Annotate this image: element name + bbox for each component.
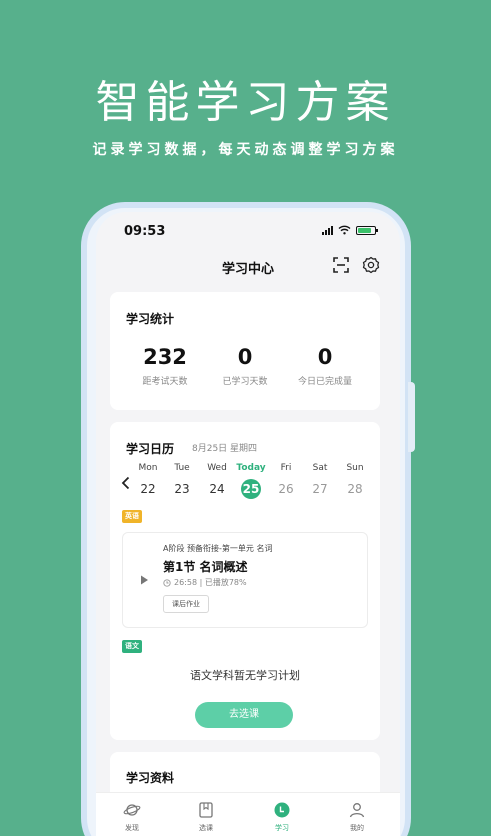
- stat-label: 已学习天数: [222, 377, 268, 387]
- tab-label: 发现: [125, 824, 139, 832]
- phone-side-button: [408, 382, 415, 452]
- hero-title: 智能学习方案: [95, 77, 396, 128]
- lesson-subtitle: A阶段 预备衔接-第一单元 名词: [163, 544, 273, 553]
- wifi-icon: [338, 225, 351, 235]
- calendar-date: 8月25日 星期四: [192, 444, 258, 454]
- lesson-duration: 26:58 | 已播放78%: [174, 578, 247, 587]
- day-name: Sun: [346, 463, 364, 473]
- calendar-title: 学习日历: [126, 442, 175, 456]
- calendar-day-wed[interactable]: Wed 24: [200, 462, 234, 499]
- day-name: Fri: [280, 463, 292, 473]
- stat-label: 距考试天数: [142, 377, 188, 387]
- resources-title: 学习资料: [126, 771, 175, 785]
- day-date: 25: [241, 479, 261, 499]
- empty-plan-text: 语文学科暂无学习计划: [190, 669, 300, 682]
- tab-discover[interactable]: 发现: [102, 801, 162, 833]
- day-name: Wed: [207, 463, 227, 473]
- calendar-day-sun[interactable]: Sun 28: [338, 462, 372, 499]
- stat-value: 0: [317, 345, 333, 369]
- day-name: Today: [236, 463, 266, 473]
- lesson-title: 第1节 名词概述: [163, 560, 248, 574]
- signal-icon: [322, 225, 333, 235]
- clock-icon: [163, 578, 171, 587]
- lesson-card[interactable]: A阶段 预备衔接-第一单元 名词 第1节 名词概述 26:58 | 已播放78%…: [122, 532, 368, 628]
- tab-study[interactable]: 学习: [252, 801, 312, 833]
- status-icons: [322, 225, 378, 235]
- stat-value: 232: [143, 345, 187, 369]
- tab-bar: 发现 选课 学习 我的: [96, 792, 400, 836]
- day-date: 26: [278, 482, 294, 496]
- day-date: 22: [140, 482, 156, 496]
- tab-courses[interactable]: 选课: [176, 801, 236, 833]
- tab-label: 选课: [199, 824, 213, 832]
- subject-tag-chinese: 语文: [122, 640, 142, 653]
- day-name: Mon: [138, 463, 158, 473]
- phone-screen: 09:53 学习中心 学习统计 232 距考试天数 0 已学习天数 0 今日已完…: [96, 212, 400, 836]
- day-date: 23: [174, 482, 190, 496]
- day-name: Tue: [174, 463, 190, 473]
- gear-icon[interactable]: [362, 256, 380, 274]
- tab-label: 我的: [350, 824, 364, 832]
- lesson-meta: 26:58 | 已播放78%: [163, 577, 247, 588]
- study-icon: [274, 802, 290, 818]
- homework-button[interactable]: 课后作业: [163, 595, 209, 613]
- user-icon: [349, 803, 365, 818]
- day-date: 27: [312, 482, 328, 496]
- status-time: 09:53: [124, 224, 166, 239]
- stat-studied-days: 0 已学习天数: [200, 344, 290, 387]
- day-date: 24: [209, 482, 225, 496]
- play-icon[interactable]: [137, 573, 151, 587]
- battery-icon: [356, 225, 378, 235]
- calendar-day-sat[interactable]: Sat 27: [303, 462, 337, 499]
- calendar-day-mon[interactable]: Mon 22: [131, 462, 165, 499]
- calendar-day-tue[interactable]: Tue 23: [165, 462, 199, 499]
- tab-label: 学习: [275, 824, 289, 832]
- choose-course-button[interactable]: 去选课: [195, 702, 293, 728]
- day-date: 28: [347, 482, 363, 496]
- stats-title: 学习统计: [126, 312, 175, 326]
- calendar-card: 学习日历 8月25日 星期四 Mon 22 Tue 23 Wed 24 Toda…: [110, 422, 380, 740]
- calendar-day-today[interactable]: Today 25: [234, 462, 268, 499]
- planet-icon: [123, 804, 141, 816]
- scan-icon[interactable]: [332, 256, 350, 274]
- stat-today-done: 0 今日已完成量: [280, 344, 370, 387]
- calendar-day-fri[interactable]: Fri 26: [269, 462, 303, 499]
- hero-subtitle: 记录学习数据，每天动态调整学习方案: [92, 142, 399, 158]
- day-name: Sat: [312, 463, 328, 473]
- stat-label: 今日已完成量: [297, 377, 352, 387]
- stats-card: 学习统计 232 距考试天数 0 已学习天数 0 今日已完成量: [110, 292, 380, 410]
- stat-exam-days: 232 距考试天数: [120, 344, 210, 387]
- tab-profile[interactable]: 我的: [327, 801, 387, 833]
- book-icon: [199, 802, 213, 818]
- subject-tag-english: 英语: [122, 510, 142, 523]
- stat-value: 0: [237, 345, 253, 369]
- page-title: 学习中心: [221, 262, 274, 277]
